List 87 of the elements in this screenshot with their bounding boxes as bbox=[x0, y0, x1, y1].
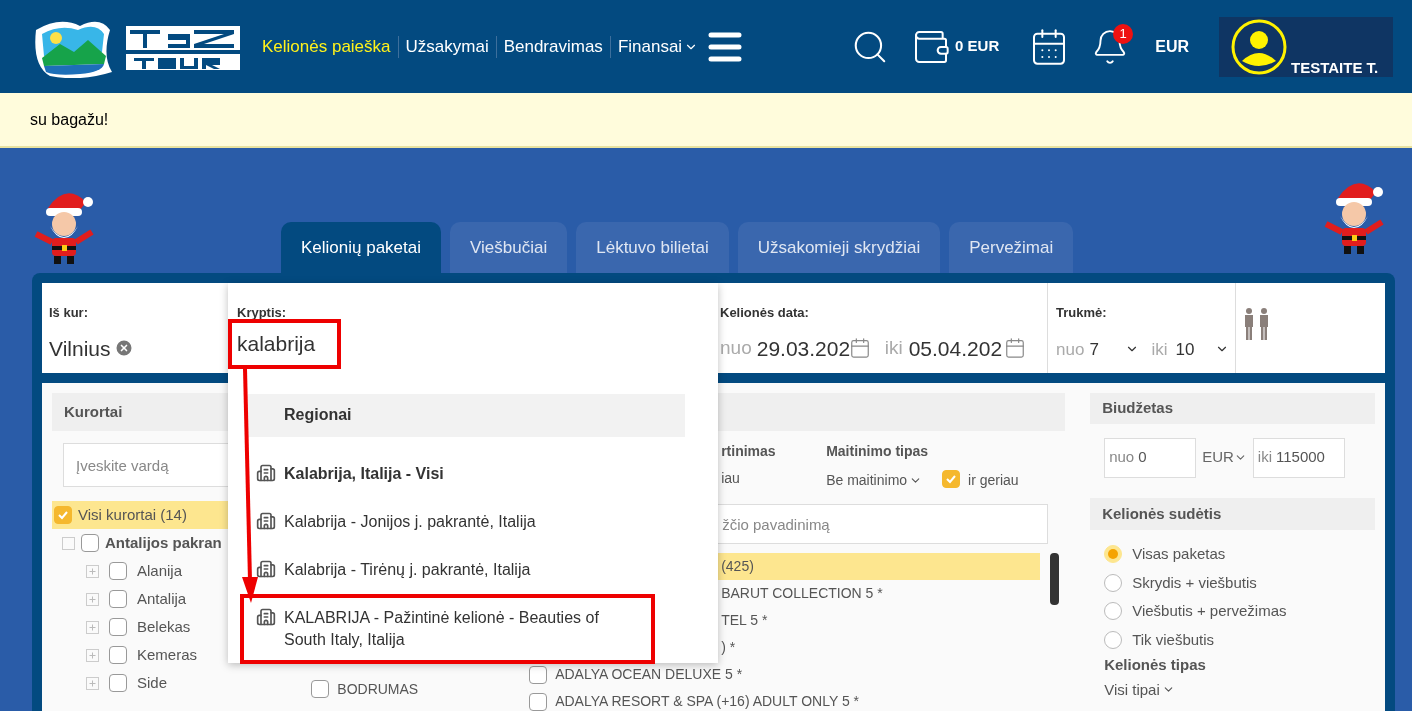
checkbox[interactable] bbox=[109, 618, 127, 636]
clear-icon[interactable] bbox=[114, 338, 135, 359]
field-label: Kryptis: bbox=[237, 304, 288, 322]
date-field[interactable]: 29.03.202 bbox=[756, 332, 847, 364]
filter-label: rtinimas bbox=[721, 442, 777, 461]
checkbox[interactable] bbox=[109, 590, 127, 608]
radio-button[interactable] bbox=[1104, 630, 1123, 649]
resort-label: Visi kurortai (14) bbox=[78, 504, 187, 525]
budget-to-field[interactable]: iki 115000 bbox=[1252, 437, 1345, 478]
nav-link[interactable]: Užsakymai bbox=[405, 33, 489, 60]
building-icon bbox=[256, 510, 276, 531]
resort-label: Antalijos pakran bbox=[105, 532, 222, 553]
field-label: Trukmė: bbox=[1056, 304, 1108, 322]
expand-icon[interactable] bbox=[62, 536, 75, 550]
search-tab[interactable]: Kelionių paketai bbox=[281, 222, 442, 273]
duration-select[interactable]: 7 bbox=[1089, 336, 1140, 362]
section-header: Biudžetas bbox=[1090, 393, 1375, 424]
checkbox[interactable] bbox=[81, 534, 99, 552]
currency-label[interactable]: EUR bbox=[1155, 34, 1189, 59]
building-icon bbox=[256, 462, 276, 483]
date-field[interactable]: 05.04.202 bbox=[908, 332, 1003, 364]
wallet-button[interactable]: 0 EUR bbox=[911, 26, 1000, 67]
search-tab[interactable]: Viešbučiai bbox=[450, 222, 568, 273]
filter-label: Kelionės tipas bbox=[1104, 655, 1207, 675]
user-panel[interactable]: TESTAITE T. bbox=[1219, 16, 1393, 77]
building-icon bbox=[256, 558, 276, 579]
section-header: Kelionės sudėtis bbox=[1090, 497, 1375, 530]
checkbox[interactable] bbox=[942, 470, 961, 488]
expand-icon[interactable] bbox=[86, 676, 99, 690]
trip-type-select[interactable]: Visi tipai bbox=[1104, 678, 1375, 701]
expand-icon[interactable] bbox=[86, 592, 99, 606]
field-label: Kelionės data: bbox=[720, 304, 810, 322]
scrollbar-thumb[interactable] bbox=[1050, 553, 1060, 605]
avatar-icon bbox=[1231, 18, 1287, 75]
field-prefix: iki bbox=[884, 336, 903, 360]
resort-label: Antalija bbox=[137, 588, 187, 609]
resort-label: Alanija bbox=[137, 560, 183, 581]
check-icon bbox=[57, 509, 69, 521]
travelers-icon[interactable] bbox=[1243, 307, 1271, 341]
search-tab[interactable]: Lėktuvo bilietai bbox=[576, 222, 729, 273]
destination-input[interactable]: kalabrija bbox=[237, 328, 707, 359]
resort-label: Side bbox=[137, 672, 168, 693]
expand-icon[interactable] bbox=[86, 620, 99, 634]
meal-select[interactable]: Be maitinimo bbox=[826, 469, 923, 491]
radio-button[interactable] bbox=[1104, 573, 1123, 592]
check-icon bbox=[945, 473, 958, 485]
building-icon bbox=[256, 606, 276, 627]
filter-label: Maitinimo tipas bbox=[826, 442, 930, 461]
field-label: Iš kur: bbox=[49, 304, 89, 322]
notification-badge: 1 bbox=[1113, 23, 1134, 44]
radio-label: Tik viešbutis bbox=[1132, 629, 1215, 650]
expand-icon[interactable] bbox=[86, 648, 99, 662]
hotel-row[interactable]: ADALYA RESORT & SPA (+16) ADULT ONLY 5 * bbox=[505, 688, 1041, 711]
resort-label: BODRUMAS bbox=[337, 679, 419, 699]
checkbox[interactable] bbox=[54, 506, 72, 524]
destination-option[interactable]: KALABRIJA - Pažintinė kelionė - Beauties of South Italy, Italija bbox=[240, 593, 655, 664]
search-tab[interactable]: Užsakomieji skrydžiai bbox=[737, 222, 941, 273]
field-prefix: nuo bbox=[720, 336, 752, 360]
checkbox-label: ir geriau bbox=[968, 470, 1019, 490]
nav-link[interactable]: Bendravimas bbox=[503, 33, 603, 60]
duration-select[interactable]: 10 bbox=[1175, 336, 1230, 362]
checkbox[interactable] bbox=[529, 665, 548, 684]
group-header: Regionai bbox=[248, 393, 685, 437]
checkbox[interactable] bbox=[109, 562, 127, 580]
radio-label: Visas paketas bbox=[1132, 544, 1226, 564]
currency-select[interactable]: EUR bbox=[1202, 446, 1247, 469]
field-prefix: nuo bbox=[1056, 338, 1085, 361]
departure-field[interactable]: Vilnius bbox=[49, 332, 228, 364]
rating-select[interactable]: iau bbox=[721, 468, 827, 489]
radio-button[interactable] bbox=[1104, 602, 1123, 621]
search-tab[interactable]: Pervežimai bbox=[949, 222, 1074, 273]
nav-link[interactable]: Finansai bbox=[617, 33, 699, 60]
menu-icon[interactable] bbox=[708, 30, 743, 63]
nav-link[interactable]: Kelionės paieška bbox=[262, 33, 391, 60]
radio-label: Viešbutis + pervežimas bbox=[1132, 601, 1287, 621]
expand-icon[interactable] bbox=[86, 564, 99, 578]
budget-from-field[interactable]: nuo 0 bbox=[1104, 437, 1197, 478]
checkbox[interactable] bbox=[109, 646, 127, 664]
radio-label: Skrydis + viešbutis bbox=[1132, 572, 1257, 593]
hotel-row[interactable]: ADALYA OCEAN DELUXE 5 * bbox=[505, 661, 1041, 688]
checkbox[interactable] bbox=[311, 680, 330, 698]
field-prefix: iki bbox=[1151, 338, 1168, 361]
notice-text: su bagažu! bbox=[30, 109, 109, 130]
checkbox[interactable] bbox=[529, 692, 548, 711]
checkbox[interactable] bbox=[109, 674, 127, 692]
resort-label: Belekas bbox=[137, 616, 191, 637]
resort-label: Kemeras bbox=[137, 644, 198, 665]
